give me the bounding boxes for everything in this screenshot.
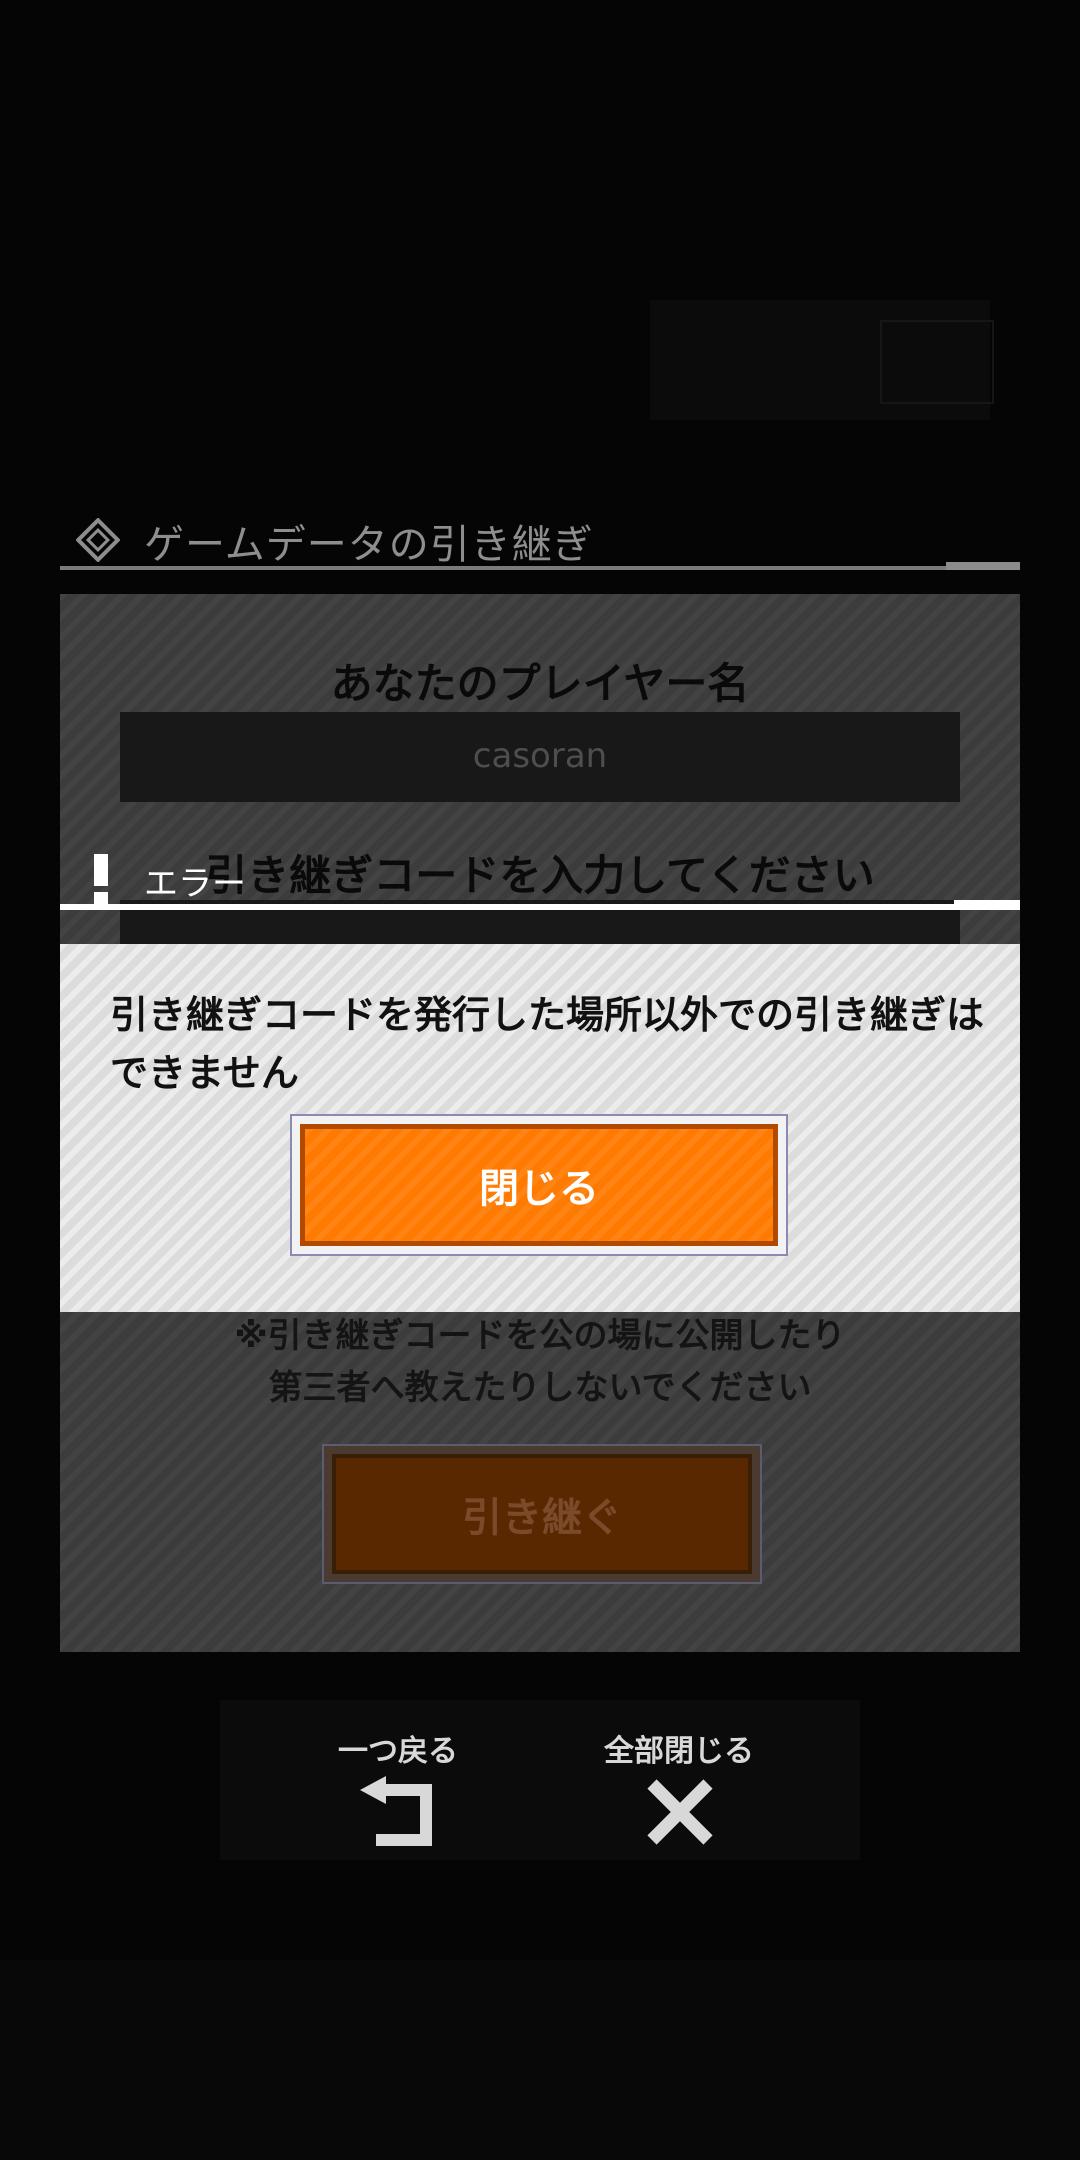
header-divider — [60, 566, 1020, 570]
background-frame — [880, 320, 994, 404]
player-name-field: casoran — [120, 712, 960, 802]
background-panel — [220, 1700, 860, 1860]
player-name-value: casoran — [472, 736, 608, 776]
transfer-icon — [76, 518, 120, 562]
back-label: 一つ戻る — [338, 1734, 458, 1769]
error-divider — [60, 904, 1020, 910]
error-panel: 引き継ぎコードを発行した場所以外での引き継ぎはできません 閉じる — [60, 944, 1020, 1312]
header-divider-accent — [946, 562, 1020, 570]
warning-note-line2: 第三者へ教えたりしないでください — [268, 1368, 812, 1408]
transfer-button[interactable]: 引き継ぐ — [322, 1444, 762, 1584]
close-button[interactable]: 閉じる — [290, 1114, 788, 1256]
error-divider-accent — [954, 900, 1020, 910]
player-name-heading: あなたのプレイヤー名 — [330, 659, 750, 708]
dialog-title: ゲームデータの引き継ぎ — [144, 522, 594, 568]
close-x-icon[interactable] — [644, 1776, 716, 1848]
error-message: 引き継ぎコードを発行した場所以外での引き継ぎはできません — [110, 993, 985, 1095]
close-all-label: 全部閉じる — [604, 1734, 754, 1769]
transfer-button-label: 引き継ぐ — [332, 1454, 752, 1574]
error-title: エラー — [144, 864, 246, 904]
exclamation-icon — [94, 854, 108, 904]
close-button-label: 閉じる — [300, 1124, 778, 1246]
warning-note-line1: ※引き継ぎコードを公の場に公開したり — [234, 1316, 846, 1356]
return-arrow-icon[interactable] — [356, 1776, 442, 1854]
background-footer — [0, 1960, 1080, 2160]
